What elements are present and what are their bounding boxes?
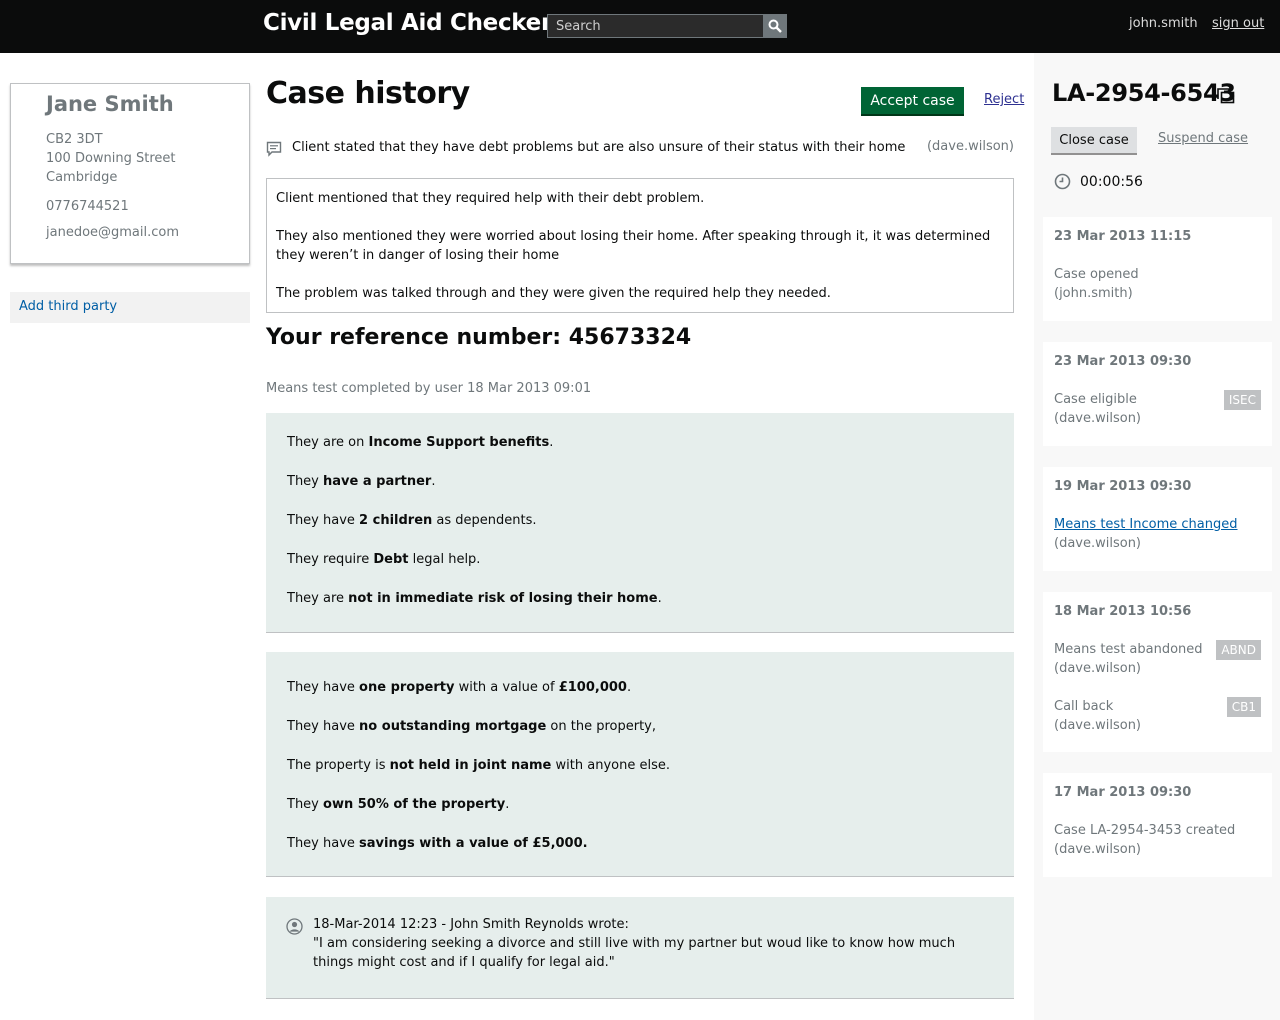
case-summary-author: (dave.wilson) — [926, 139, 1014, 154]
event-author: (dave.wilson) — [1054, 718, 1142, 733]
copy-icon[interactable] — [1216, 87, 1236, 105]
client-street: 100 Downing Street — [46, 151, 176, 166]
event-author: (dave.wilson) — [1054, 661, 1142, 676]
add-third-party-link[interactable]: Add third party — [10, 292, 250, 323]
event-text: Call back — [1054, 699, 1114, 714]
event-author: (john.smith) — [1054, 286, 1133, 301]
event-item: Means test Income changed (dave.wilson) — [1054, 515, 1261, 553]
event-text: Means test abandoned — [1054, 642, 1203, 657]
event-text: Case eligible — [1054, 392, 1137, 407]
search-input[interactable] — [548, 15, 764, 37]
reject-case-link[interactable]: Reject — [984, 92, 1024, 107]
property-fact: They own 50% of the property. — [287, 797, 510, 812]
event-item: Means test abandoned (dave.wilson) ABND — [1054, 640, 1261, 678]
client-city: Cambridge — [46, 170, 118, 185]
property-fact: They have savings with a value of £5,000… — [287, 836, 588, 851]
eligibility-fact: They require Debt legal help. — [287, 552, 481, 567]
client-quote-panel: 18-Mar-2014 12:23 - John Smith Reynolds … — [266, 897, 1014, 999]
suspend-case-link[interactable]: Suspend case — [1158, 131, 1248, 146]
case-notes-box: Client mentioned that they required help… — [266, 178, 1014, 313]
timeline-event: 17 Mar 2013 09:30 Case LA-2954-3453 crea… — [1043, 773, 1272, 877]
quote-header: 18-Mar-2014 12:23 - John Smith Reynolds … — [313, 917, 629, 932]
means-test-meta: Means test completed by user 18 Mar 2013… — [266, 381, 592, 396]
client-phone: 0776744521 — [46, 199, 129, 214]
client-email: janedoe@gmail.com — [46, 225, 180, 240]
event-item: Case eligible (dave.wilson) ISEC — [1054, 390, 1261, 428]
case-summary-row: Client stated that they have debt proble… — [266, 138, 1014, 162]
top-header-bar: Civil Legal Aid Checker john.smith sign … — [0, 0, 1280, 53]
event-date: 23 Mar 2013 09:30 — [1054, 354, 1192, 369]
property-fact: The property is not held in joint name w… — [287, 758, 670, 773]
eligibility-fact: They have 2 children as dependents. — [287, 513, 537, 528]
note-paragraph: They also mentioned they were worried ab… — [276, 229, 991, 263]
timeline-event: 19 Mar 2013 09:30 Means test Income chan… — [1043, 467, 1272, 571]
client-name: Jane Smith — [46, 92, 174, 116]
clock-icon — [1054, 173, 1071, 190]
note-paragraph: Client mentioned that they required help… — [276, 191, 705, 206]
event-author: (dave.wilson) — [1054, 842, 1142, 857]
call-timer: 00:00:56 — [1080, 174, 1143, 190]
eligibility-fact: They have a partner. — [287, 474, 436, 489]
timeline-event: 23 Mar 2013 09:30 Case eligible (dave.wi… — [1043, 342, 1272, 446]
search-box — [547, 14, 787, 38]
eligibility-fact: They are not in immediate risk of losing… — [287, 591, 662, 606]
event-item: Call back (dave.wilson) CB1 — [1054, 697, 1261, 735]
event-author: (dave.wilson) — [1054, 411, 1142, 426]
quote-text: "I am considering seeking a divorce and … — [313, 936, 956, 970]
timeline-event: 23 Mar 2013 11:15 Case opened (john.smit… — [1043, 217, 1272, 321]
event-date: 23 Mar 2013 11:15 — [1054, 229, 1192, 244]
status-badge: ISEC — [1223, 390, 1261, 410]
timeline-event: 18 Mar 2013 10:56 Means test abandoned (… — [1043, 592, 1272, 752]
event-date: 19 Mar 2013 09:30 — [1054, 479, 1192, 494]
eligibility-summary-panel: They are on Income Support benefits. The… — [266, 413, 1014, 633]
client-postcode: CB2 3DT — [46, 132, 103, 147]
current-user: john.smith — [1129, 16, 1198, 31]
sign-out-link[interactable]: sign out — [1212, 16, 1264, 31]
client-details-card: Jane Smith CB2 3DT 100 Downing Street Ca… — [10, 83, 250, 264]
app-title[interactable]: Civil Legal Aid Checker — [263, 10, 552, 36]
event-item: Case LA-2954-3453 created (dave.wilson) — [1054, 821, 1261, 859]
event-item: Case opened (john.smith) — [1054, 265, 1261, 303]
case-sidebar: LA-2954-6543 Close case Suspend case 00:… — [1034, 53, 1280, 1020]
property-fact: They have no outstanding mortgage on the… — [287, 719, 657, 734]
page-title: Case history — [266, 76, 470, 111]
note-paragraph: The problem was talked through and they … — [276, 286, 831, 301]
event-date: 18 Mar 2013 10:56 — [1054, 604, 1192, 619]
search-icon — [768, 19, 782, 33]
event-author: (dave.wilson) — [1054, 536, 1142, 551]
comment-icon — [266, 141, 282, 157]
property-summary-panel: They have one property with a value of £… — [266, 652, 1014, 877]
case-reference: LA-2954-6543 — [1052, 79, 1236, 107]
accept-case-button[interactable]: Accept case — [861, 87, 964, 114]
event-text: Case LA-2954-3453 created — [1054, 823, 1236, 838]
event-date: 17 Mar 2013 09:30 — [1054, 785, 1192, 800]
means-test-link[interactable]: Means test Income changed — [1054, 517, 1238, 532]
case-summary-text: Client stated that they have debt proble… — [292, 140, 906, 155]
search-button[interactable] — [763, 15, 786, 37]
eligibility-fact: They are on Income Support benefits. — [287, 435, 554, 450]
status-badge: ABND — [1216, 640, 1261, 660]
property-fact: They have one property with a value of £… — [287, 680, 632, 695]
close-case-button[interactable]: Close case — [1051, 127, 1137, 153]
reference-number-heading: Your reference number: 45673324 — [266, 325, 692, 350]
event-text: Case opened — [1054, 267, 1139, 282]
user-icon — [286, 918, 303, 935]
status-badge: CB1 — [1226, 697, 1261, 717]
